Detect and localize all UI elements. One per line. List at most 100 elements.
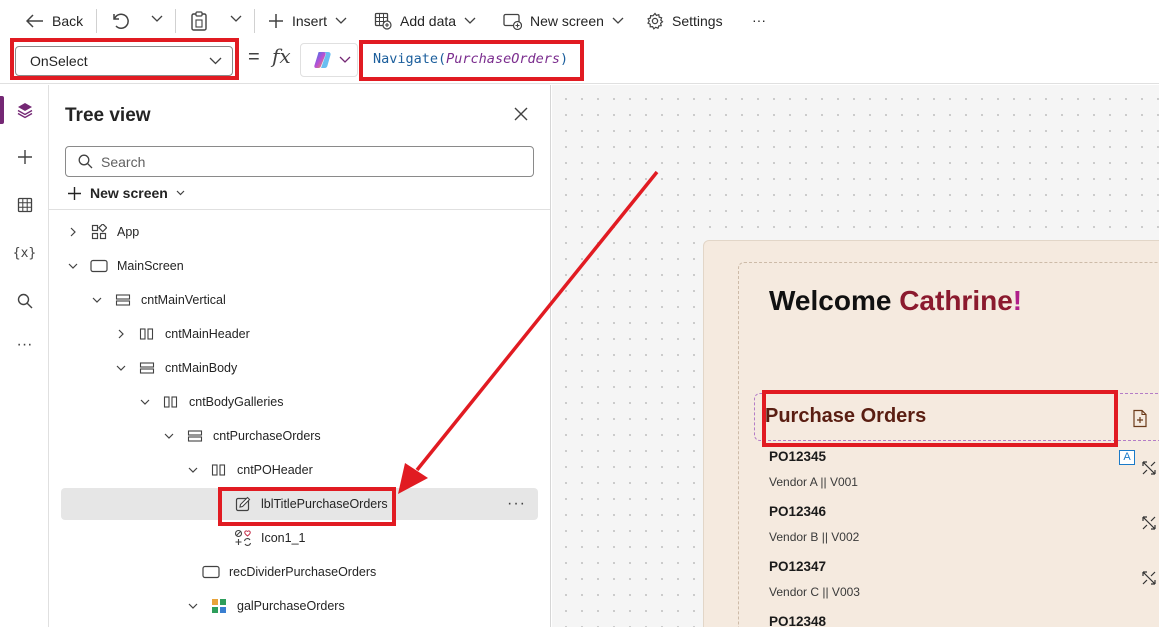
po-id[interactable]: PO12345 [769, 449, 826, 464]
icon-control-icon [233, 529, 253, 547]
tree-node-cntmainbody[interactable]: cntMainBody [113, 352, 237, 384]
vertical-container-icon [113, 293, 133, 307]
chevron-down-icon [464, 17, 476, 25]
new-screen-label: New screen [90, 185, 168, 201]
po-id[interactable]: PO12347 [769, 559, 826, 574]
welcome-name: Cathrine [899, 285, 1013, 316]
tree-node-label: lblTitlePurchaseOrders [261, 497, 388, 511]
tree-node-lbltitlepurchaseorders[interactable]: lblTitlePurchaseOrders ··· [61, 488, 538, 520]
add-data-button[interactable]: Add data [374, 0, 476, 42]
text-badge-icon: A [1119, 450, 1135, 465]
copilot-icon [313, 50, 333, 70]
tree-node-label: cntMainBody [165, 361, 238, 375]
chevron-right-icon [113, 329, 129, 339]
insert-label: Insert [292, 13, 328, 29]
chevron-down-icon [185, 466, 201, 474]
copilot-button[interactable] [300, 43, 358, 77]
vertical-container-icon [185, 429, 205, 443]
horizontal-container-icon [161, 395, 181, 409]
horizontal-container-icon [209, 463, 229, 477]
screen-icon [89, 259, 109, 273]
expand-icon[interactable] [1141, 515, 1157, 531]
tree-node-cntbodygalleries[interactable]: cntBodyGalleries [137, 386, 284, 418]
new-screen-button[interactable]: New screen [503, 0, 624, 42]
left-rail: {x} ··· [0, 85, 49, 627]
variables-icon: {x} [12, 245, 37, 261]
gear-icon [646, 12, 664, 30]
tree-node-cntpoheader[interactable]: cntPOHeader [185, 454, 313, 486]
tree-node-cntmainheader[interactable]: cntMainHeader [113, 318, 250, 350]
settings-label: Settings [672, 13, 723, 29]
back-button[interactable]: Back [26, 0, 83, 42]
tree-node-mainscreen[interactable]: MainScreen [65, 250, 184, 282]
formula-argument: PurchaseOrders [446, 51, 560, 67]
add-data-label: Add data [400, 13, 457, 29]
add-document-icon[interactable] [1131, 409, 1149, 428]
formula-open-paren: ( [438, 51, 447, 67]
equals-sign: = [248, 46, 260, 68]
search-icon [17, 293, 33, 309]
formula-close-paren: ) [559, 51, 569, 67]
tree-view-panel: Tree view Search New screen App MainScre… [49, 85, 551, 627]
tree-divider [49, 209, 550, 210]
variables-rail-button[interactable]: {x} [0, 231, 49, 275]
tree-node-recdividerpurchaseorders[interactable]: recDividerPurchaseOrders [177, 556, 376, 588]
vertical-container-icon [137, 361, 157, 375]
po-id[interactable]: PO12346 [769, 504, 826, 519]
tree-node-label: galPurchaseOrders [237, 599, 345, 613]
tree-new-screen-button[interactable]: New screen [67, 183, 185, 203]
rectangle-icon [201, 565, 221, 579]
po-id[interactable]: PO12348 [769, 614, 826, 627]
database-add-icon [374, 12, 392, 30]
property-dropdown[interactable]: OnSelect [15, 46, 233, 76]
plus-icon [17, 149, 33, 165]
po-vendor: Vendor A || V001 [769, 475, 858, 489]
tree-node-app[interactable]: App [65, 216, 139, 248]
more-rail-button[interactable]: ··· [0, 323, 49, 367]
toolbar-divider [96, 9, 97, 33]
tree-node-label: cntPOHeader [237, 463, 313, 477]
search-rail-button[interactable] [0, 279, 49, 323]
arrow-left-icon [26, 14, 44, 28]
more-options-button[interactable]: ··· [752, 12, 766, 28]
tree-node-galpurchaseorders[interactable]: galPurchaseOrders [185, 590, 345, 622]
node-more-button[interactable]: ··· [507, 495, 526, 513]
chevron-right-icon [65, 227, 81, 237]
po-vendor: Vendor C || V003 [769, 585, 860, 599]
back-label: Back [52, 13, 84, 29]
settings-button[interactable]: Settings [646, 0, 723, 42]
expand-icon[interactable] [1141, 570, 1157, 586]
tree-node-label: recDividerPurchaseOrders [229, 565, 377, 579]
tree-view-layers-button[interactable] [0, 88, 49, 132]
toolbar-divider [254, 9, 255, 33]
chevron-down-icon [161, 432, 177, 440]
insert-rail-button[interactable] [0, 135, 49, 179]
tree-search-input[interactable]: Search [65, 146, 534, 177]
data-rail-button[interactable] [0, 183, 49, 227]
welcome-heading[interactable]: Welcome Cathrine! [769, 285, 1022, 317]
tree-node-cntmainvertical[interactable]: cntMainVertical [89, 284, 226, 316]
expand-icon[interactable] [1141, 460, 1157, 476]
tree-node-icon1-1[interactable]: Icon1_1 [209, 522, 305, 554]
power-apps-studio: Back Insert Add data New screen Settings… [0, 0, 1159, 627]
more-icon: ··· [16, 336, 33, 353]
chevron-down-icon [209, 57, 222, 65]
purchase-orders-title[interactable]: Purchase Orders [765, 405, 926, 428]
fx-icon: fx [272, 44, 291, 68]
toolbar-divider [175, 9, 176, 33]
label-edit-icon [233, 496, 253, 512]
tree-node-label: cntMainHeader [165, 327, 250, 341]
undo-icon[interactable] [110, 11, 130, 31]
property-value: OnSelect [30, 53, 88, 69]
close-icon[interactable] [512, 105, 530, 123]
formula-input[interactable]: Navigate(PurchaseOrders) [366, 46, 578, 72]
paste-chevron-down-icon[interactable] [230, 15, 242, 23]
horizontal-container-icon [137, 327, 157, 341]
clipboard-icon[interactable] [190, 11, 208, 31]
insert-button[interactable]: Insert [268, 0, 347, 42]
gallery-icon [209, 598, 229, 614]
new-screen-label: New screen [530, 13, 604, 29]
tree-node-cntpurchaseorders[interactable]: cntPurchaseOrders [161, 420, 321, 452]
undo-chevron-down-icon[interactable] [151, 15, 163, 23]
tree-node-label: cntMainVertical [141, 293, 226, 307]
